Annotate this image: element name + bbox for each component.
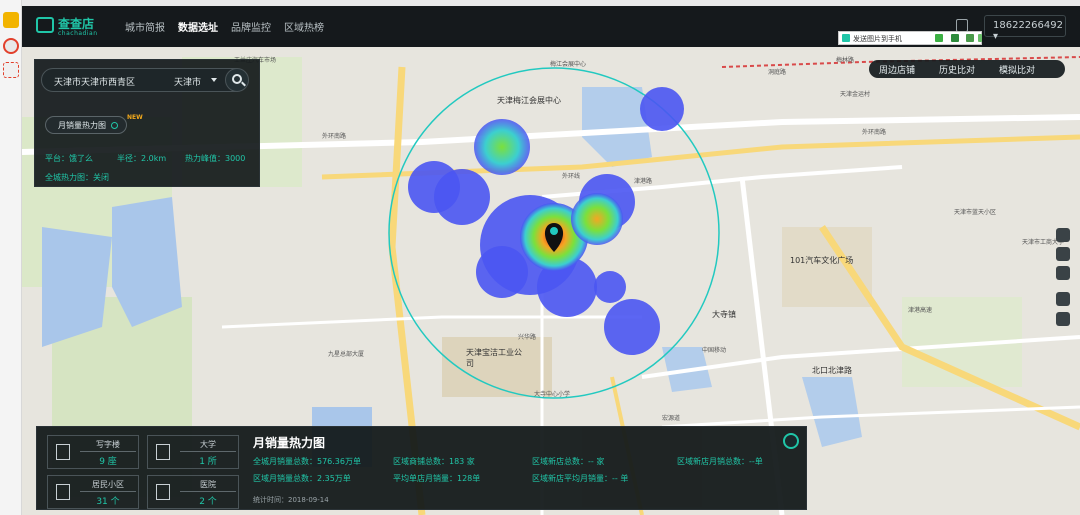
map-label: 津港路 (634, 178, 653, 185)
browser-side-strip (0, 0, 22, 515)
new-shops-stat: 区域新店总数：-- 家 (532, 457, 605, 466)
city-total-stat: 全城月销量总数：576.36万单 (253, 457, 361, 466)
region-shops-stat: 区域商铺总数：183 家 (393, 457, 475, 466)
stat-card-residential: 居民小区 31 个 (47, 475, 139, 509)
map-label: 外环南路 (862, 129, 887, 136)
hospital-icon (156, 484, 170, 500)
settings-icon[interactable] (978, 34, 982, 42)
send-to-phone-label: 发送图片到手机 (853, 35, 902, 43)
stat-card-title: 写字楼 (96, 440, 120, 449)
map-label: 兴华路 (518, 334, 537, 341)
stat-card-hospital: 医院 2 个 (147, 475, 239, 509)
nav-brand-monitor[interactable]: 品牌监控 (231, 19, 271, 34)
compare-tabs: 周边店铺 历史比对 模拟比对 (869, 60, 1065, 78)
search-button[interactable] (225, 68, 249, 92)
layers-icon[interactable] (1056, 292, 1070, 306)
app-logo[interactable]: 查查店 chachadian (36, 15, 98, 41)
heat-peak-label: 热力峰值：3000 (185, 154, 246, 163)
residential-icon (56, 484, 70, 500)
stat-card-value: 9 座 (99, 457, 117, 467)
radius-label: 半径：2.0km (117, 154, 167, 163)
location-search-input[interactable]: 天津市天津市西青区 天津市 (41, 68, 247, 92)
chevron-down-icon[interactable] (211, 78, 217, 82)
eye-icon[interactable] (3, 38, 19, 54)
city-select[interactable]: 天津市 (174, 75, 201, 88)
compass-icon[interactable] (1056, 228, 1070, 242)
stat-card-value: 1 所 (199, 457, 217, 467)
zoom-out-icon[interactable] (1056, 266, 1070, 280)
heatmap-type-label: 月销量热力图 (58, 121, 106, 130)
map-label: 大寺镇 (712, 310, 736, 319)
stat-card-divider (80, 491, 136, 492)
map-label: 101汽车文化广场 (790, 256, 854, 265)
new-badge: NEW (127, 114, 143, 121)
stat-card-value: 2 个 (199, 497, 217, 507)
app-root: 查查店 chachadian 城市简报 数据选址 品牌监控 区域热榜 18622… (0, 0, 1080, 515)
send-to-phone-bar[interactable]: 发送图片到手机 (838, 31, 982, 45)
star-icon[interactable] (3, 12, 19, 28)
avg-sales-stat: 平均单店月销量：128单 (393, 474, 481, 483)
map-label: 外环线 (562, 173, 581, 180)
stat-card-university: 大学 1 所 (147, 435, 239, 469)
stat-card-divider (80, 451, 136, 452)
nav-city-brief[interactable]: 城市简报 (125, 19, 165, 34)
map-label: 天津市蓝天小区 (954, 209, 997, 216)
stat-card-title: 大学 (200, 440, 216, 449)
download-icon[interactable] (966, 34, 974, 42)
stats-panel: 写字楼 9 座 大学 1 所 居民小区 31 个 医院 2 个 月销量热力图 全… (36, 426, 807, 510)
map-label: 天津金运村 (840, 91, 871, 98)
new-monthly-stat: 区域新店月销总数：--单 (677, 457, 763, 466)
logo-subtitle: chachadian (58, 30, 98, 37)
office-building-icon (56, 444, 70, 460)
search-icon-handle (241, 81, 246, 87)
map-label: 外环南路 (322, 133, 347, 140)
map-label: 梅江会展中心 (550, 61, 587, 68)
map-label: 大寺中心小学 (534, 391, 571, 398)
map-label: 九星总部大厦 (328, 351, 365, 358)
stat-card-divider (180, 491, 236, 492)
platform-label: 平台：饿了么 (45, 154, 93, 163)
stat-card-value: 31 个 (96, 497, 120, 507)
map-label: 宏源道 (662, 415, 681, 422)
expand-icon[interactable] (935, 34, 943, 42)
toggle-panel-icon[interactable] (783, 433, 799, 449)
stat-card-divider (180, 451, 236, 452)
map-label: 洞庭路 (768, 69, 787, 76)
capture-icon[interactable] (3, 62, 19, 78)
zoom-in-icon[interactable] (1056, 247, 1070, 261)
nav-area-ranking[interactable]: 区域热榜 (284, 19, 324, 34)
stat-card-title: 医院 (200, 480, 216, 489)
tab-simulate-compare[interactable]: 模拟比对 (999, 63, 1035, 76)
map-label: 津港高速 (908, 307, 933, 314)
map-label: 中国移动 (702, 347, 727, 354)
map-label: 北口北津路 (812, 366, 852, 375)
university-icon (156, 444, 170, 460)
new-avg-stat: 区域新店平均月销量：-- 单 (532, 474, 629, 483)
map-label: 天津梅江会展中心 (497, 96, 561, 105)
tab-history-compare[interactable]: 历史比对 (939, 63, 975, 76)
search-panel: 天津市天津市西青区 天津市 月销量热力图 NEW 平台：饿了么 半径：2.0km… (34, 59, 260, 187)
map-label: 天津宝洁工业公司 (466, 348, 522, 368)
map-label: 梅林路 (836, 57, 855, 64)
search-query: 天津市天津市西青区 (54, 78, 136, 88)
citywide-heatmap-toggle[interactable]: 全城热力图：关闭 (45, 172, 109, 183)
tab-nearby-shops[interactable]: 周边店铺 (879, 63, 915, 76)
stats-title: 月销量热力图 (253, 436, 326, 450)
nav-data-site[interactable]: 数据选址 (178, 19, 218, 34)
stats-time: 统计时间：2018-09-14 (253, 496, 329, 504)
region-total-stat: 区域月销量总数：2.35万单 (253, 474, 351, 483)
user-phone-dropdown[interactable]: 18622266492 ▾ (984, 15, 1066, 42)
stat-card-office: 写字楼 9 座 (47, 435, 139, 469)
logo-mark-icon (36, 17, 54, 33)
location-icon[interactable] (1056, 312, 1070, 326)
phone-icon (842, 34, 850, 42)
excel-icon[interactable] (951, 34, 959, 42)
heatmap-type-tag[interactable]: 月销量热力图 (45, 116, 127, 134)
gear-icon[interactable] (111, 122, 118, 129)
stat-card-title: 居民小区 (92, 480, 124, 489)
